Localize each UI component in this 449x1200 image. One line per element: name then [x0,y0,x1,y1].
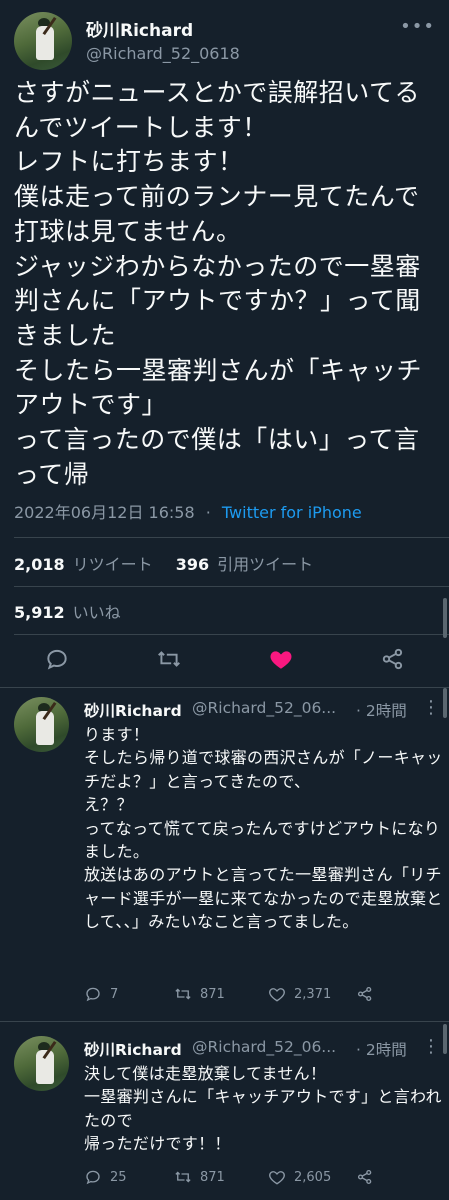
scrollbar-thumb[interactable] [443,688,447,718]
quote-label[interactable]: 引用ツイート [217,555,313,574]
meta-dot: · [205,503,211,522]
reply-icon[interactable] [44,646,74,676]
share-button[interactable] [356,985,374,1003]
reply-count: 7 [110,986,119,1002]
reply-text: ります！ そしたら帰り道で球審の西沢さんが「ノーキャッチだよ？」と言ってきたので… [84,725,443,932]
scrollbar-thumb[interactable] [443,598,447,638]
scrollbar-thumb[interactable] [443,1024,447,1054]
more-icon[interactable]: ⋮ [422,1036,441,1057]
like-button[interactable]: 2,371 [268,985,331,1003]
timestamp[interactable]: 2022年06月12日 16:58 [14,503,195,522]
avatar[interactable] [14,1036,69,1091]
divider [14,537,449,538]
author-name[interactable]: 砂川Richard [84,699,182,721]
tweet-meta: 2022年06月12日 16:58 · Twitter for iPhone [14,499,362,523]
reply-time[interactable]: · 2時間 [356,699,407,721]
retweet-button[interactable]: 871 [174,1168,225,1186]
avatar[interactable] [14,12,72,70]
like-icon[interactable] [268,646,298,676]
retweet-count[interactable]: 2,018 [14,555,65,574]
source-link[interactable]: Twitter for iPhone [222,503,362,522]
author-handle[interactable]: @Richard_52_0618 [86,44,240,63]
like-label[interactable]: いいね [73,603,121,622]
reply-text: 決して僕は走塁放棄してません！ 一塁審判さんに「キャッチアウトです」と言われたの… [84,1064,442,1154]
reply-icon [86,1170,100,1185]
like-button[interactable]: 2,605 [268,1168,331,1186]
like-icon [269,1171,285,1185]
author-name[interactable]: 砂川Richard [84,1038,182,1060]
quote-count[interactable]: 396 [176,555,209,574]
retweet-count: 871 [200,1169,225,1185]
retweet-count: 871 [200,986,225,1002]
reply-tweet[interactable]: 砂川Richard @Richard_52_06... · 2時間 ⋮ 決して僕… [0,1036,449,1200]
author-handle[interactable]: @Richard_52_06... [192,1038,336,1056]
share-icon [357,1169,372,1185]
reply-icon [86,987,100,1002]
retweet-button[interactable]: 871 [174,985,225,1003]
reply-button[interactable]: 7 [84,985,118,1003]
share-icon [357,986,372,1002]
reply-time[interactable]: · 2時間 [356,1038,407,1060]
more-icon[interactable]: ⋮ [422,697,441,718]
retweet-stats: 2,018 リツイート 396 引用ツイート [14,551,313,575]
divider [14,586,449,587]
author-name[interactable]: 砂川Richard [86,16,193,41]
divider [0,687,449,688]
reply-count: 25 [110,1169,127,1185]
tweet-header: 砂川Richard @Richard_52_0618 ••• [14,12,439,72]
tweet-text: さすがニュースとかで誤解招いてるんでツイートします！ レフトに打ちます！ 僕は走… [14,78,423,489]
like-icon [269,988,285,1002]
divider [14,634,449,635]
retweet-icon [175,988,191,1000]
avatar[interactable] [14,697,69,752]
retweet-label[interactable]: リツイート [73,555,153,574]
like-count: 2,605 [294,1169,332,1185]
more-icon[interactable]: ••• [400,16,435,37]
reply-button[interactable]: 25 [84,1168,127,1186]
like-count[interactable]: 5,912 [14,603,65,622]
share-button[interactable] [356,1168,374,1186]
like-count: 2,371 [294,986,332,1002]
retweet-icon[interactable] [156,646,186,676]
reply-tweet[interactable]: 砂川Richard @Richard_52_06... · 2時間 ⋮ ります！… [0,697,449,1007]
share-icon[interactable] [380,646,410,676]
retweet-icon [175,1171,191,1183]
author-handle[interactable]: @Richard_52_06... [192,699,336,717]
like-stats: 5,912 いいね [14,599,121,623]
action-bar [0,640,449,680]
divider [0,1021,449,1022]
